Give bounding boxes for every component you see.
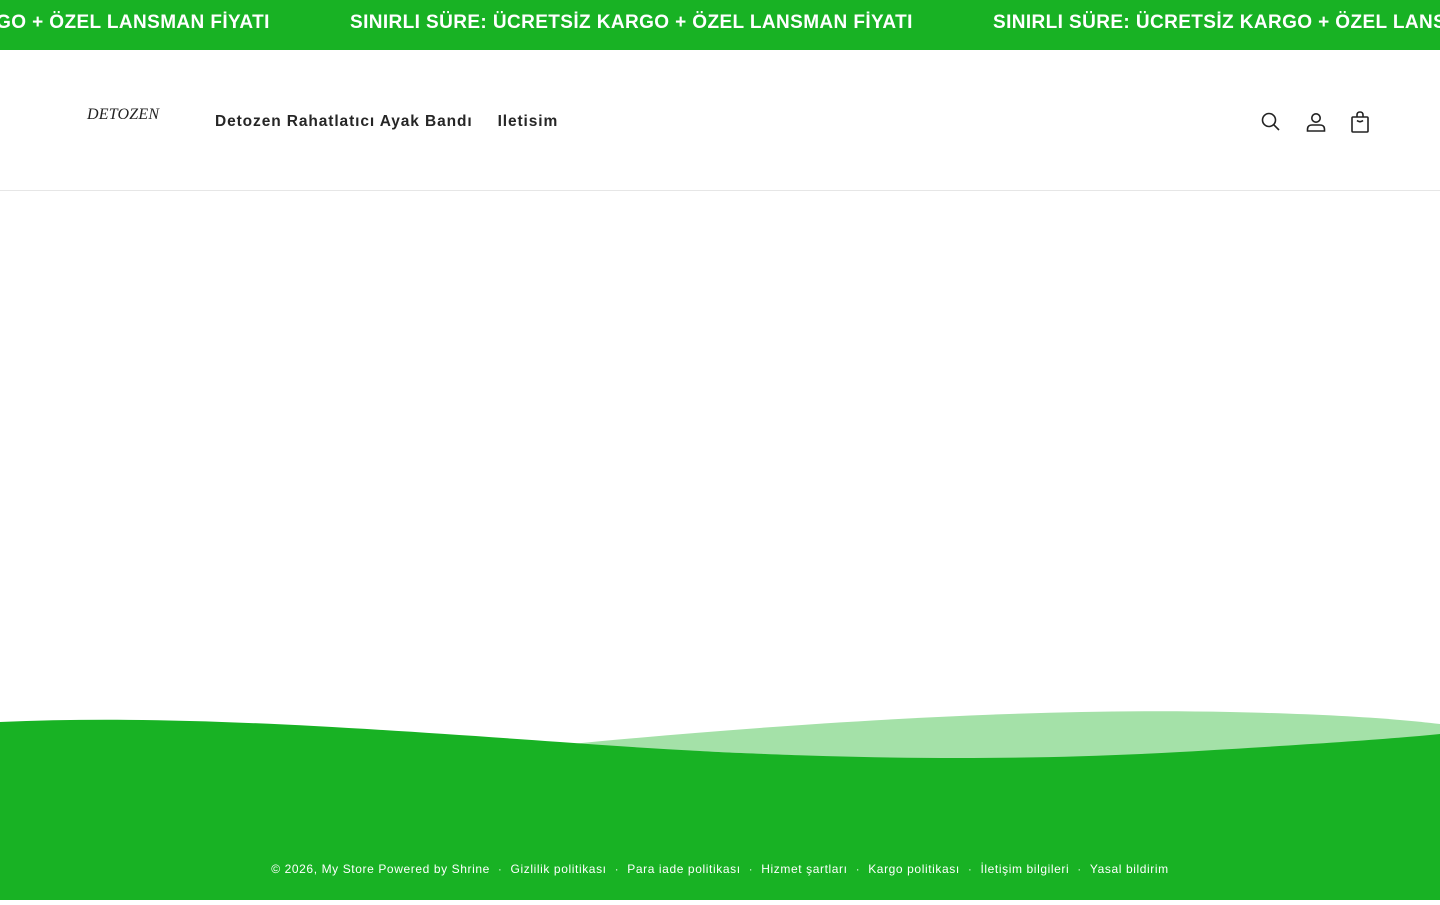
footer-copyright: © 2026, (271, 862, 318, 876)
footer-refund-link[interactable]: Para iade politikası (627, 862, 740, 876)
announcement-text: SINIRLI SÜRE: ÜCRETSİZ KARGO + ÖZEL LANS… (993, 12, 1440, 33)
footer-policies: © 2026, My Store Powered by Shrine · Giz… (0, 862, 1440, 876)
footer-legal-link[interactable]: Yasal bildirim (1090, 862, 1169, 876)
footer-separator: · (748, 862, 754, 876)
footer-contact-info-link[interactable]: İletişim bilgileri (980, 862, 1069, 876)
announcement-text: SINIRLI SÜRE: ÜCRETSİZ KARGO + ÖZEL LANS… (0, 12, 270, 33)
account-icon[interactable] (1304, 110, 1328, 134)
nav-link-product[interactable]: Detozen Rahatlatıcı Ayak Bandı (215, 113, 473, 131)
footer-separator: · (614, 862, 620, 876)
announcement-text: SINIRLI SÜRE: ÜCRETSİZ KARGO + ÖZEL LANS… (350, 12, 913, 33)
cart-icon[interactable] (1348, 110, 1372, 134)
nav-link-contact[interactable]: Iletisim (498, 113, 559, 131)
store-logo[interactable]: DETOZEN (87, 106, 159, 124)
search-icon[interactable] (1259, 110, 1283, 134)
footer-separator: · (855, 862, 861, 876)
footer-separator: · (967, 862, 973, 876)
footer-separator: · (1077, 862, 1082, 876)
footer-separator: · (497, 862, 503, 876)
site-header: DETOZEN Detozen Rahatlatıcı Ayak Bandı I… (0, 50, 1440, 191)
announcement-bar: SINIRLI SÜRE: ÜCRETSİZ KARGO + ÖZEL LANS… (0, 0, 1440, 50)
footer-shipping-link[interactable]: Kargo politikası (868, 862, 960, 876)
footer-privacy-link[interactable]: Gizlilik politikası (511, 862, 607, 876)
footer-powered-by-link[interactable]: Powered by Shrine (378, 862, 490, 876)
main-nav: Detozen Rahatlatıcı Ayak Bandı Iletisim (215, 113, 558, 131)
footer-terms-link[interactable]: Hizmet şartları (761, 862, 847, 876)
footer-store-link[interactable]: My Store (322, 862, 375, 876)
